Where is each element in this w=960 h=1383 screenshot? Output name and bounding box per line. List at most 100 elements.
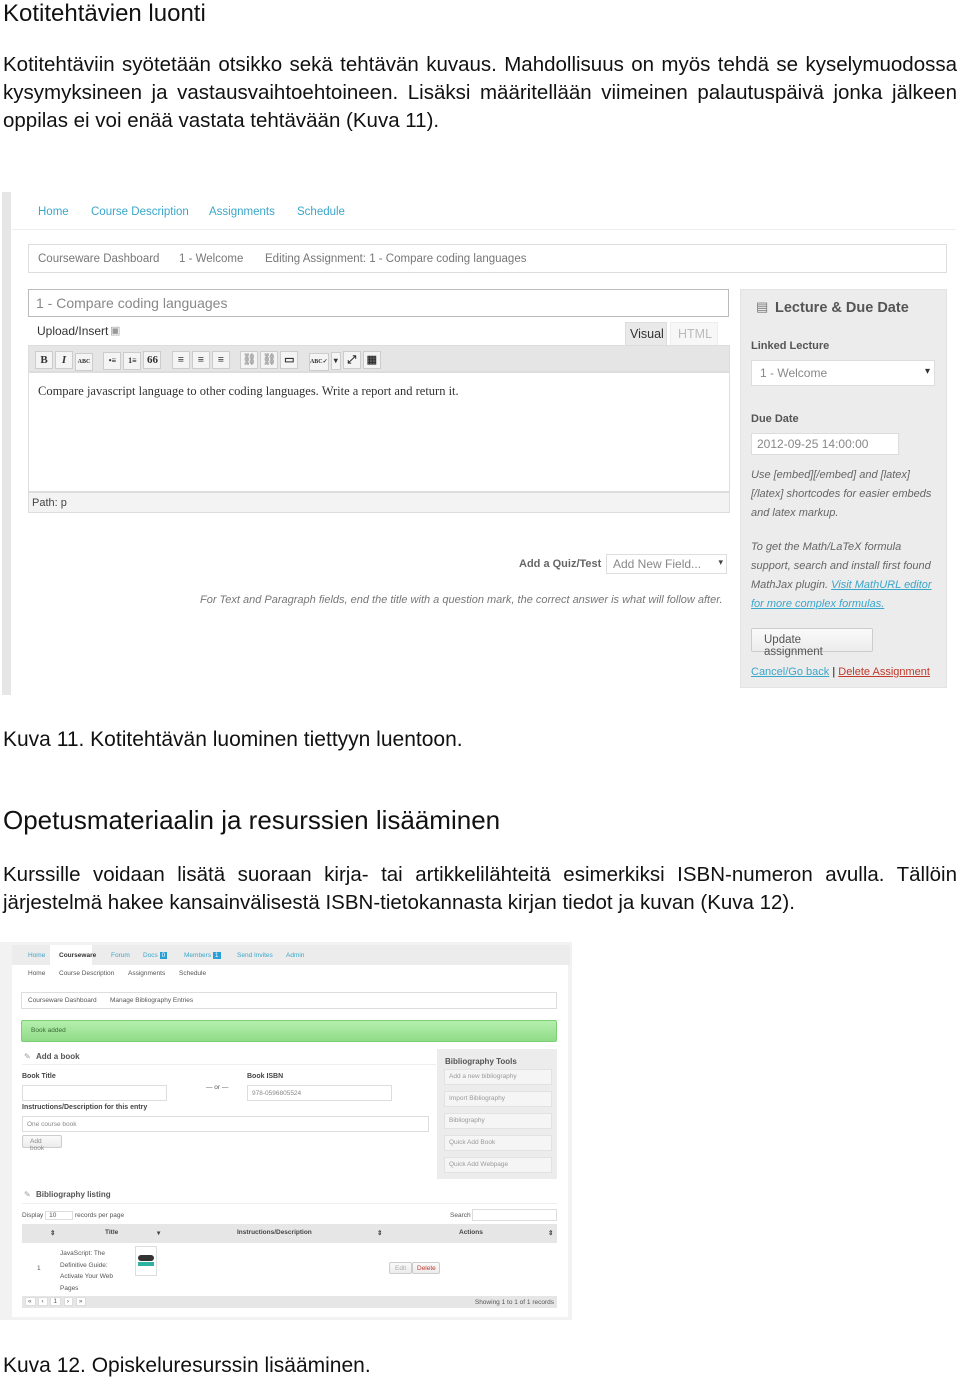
strikethrough-button[interactable]: ABC [75, 353, 93, 371]
paperclip-icon: ✎ [24, 1052, 31, 1061]
align-right-button[interactable]: ≡ [211, 351, 230, 369]
add-book-button[interactable]: Add book [22, 1135, 62, 1152]
spellcheck-dropdown[interactable]: ▾ [330, 352, 341, 370]
tab-html[interactable]: HTML [670, 322, 718, 346]
breadcrumb2-dashboard[interactable]: Courseware Dashboard [28, 997, 97, 1004]
unlink-button[interactable]: ⛓ [260, 351, 279, 369]
panel-title: Lecture & Due Date [775, 300, 909, 316]
quiz-label: Add a Quiz/Test [519, 558, 602, 570]
column-actions[interactable]: Actions [459, 1229, 483, 1236]
spellcheck-button[interactable]: ABC✓ [308, 353, 329, 371]
delete-assignment-link[interactable]: Delete Assignment [838, 666, 930, 678]
column-title[interactable]: Title [105, 1229, 118, 1236]
edit-button[interactable]: Edit [389, 1262, 412, 1274]
sort-down-icon[interactable]: ▾ [157, 1229, 160, 1237]
calendar-icon: ▤ [756, 299, 769, 314]
align-left-button[interactable]: ≡ [171, 351, 190, 369]
breadcrumb-dashboard[interactable]: Courseware Dashboard [38, 253, 159, 265]
isbn-label: Book ISBN [247, 1073, 284, 1080]
sort-icon[interactable]: ⇕ [50, 1229, 55, 1237]
editor-content[interactable]: Compare javascript language to other cod… [28, 372, 730, 492]
more-button[interactable]: ▭ [280, 351, 299, 369]
nav-home[interactable]: Home [38, 206, 69, 218]
tab-visual[interactable]: Visual [625, 322, 667, 346]
nav-schedule[interactable]: Schedule [297, 206, 345, 218]
numbered-list-button[interactable]: 1≡ [123, 352, 142, 370]
topnav-docs: Docs 0 [143, 952, 168, 959]
topnav-forum[interactable]: Forum [111, 952, 130, 959]
next-page-button[interactable]: › [63, 1297, 74, 1306]
align-center-button[interactable]: ≡ [191, 351, 210, 369]
title-input[interactable]: 1 - Compare coding languages [28, 289, 729, 317]
due-date-input[interactable]: 2012-09-25 14:00:00 [751, 433, 899, 455]
nav-assignments[interactable]: Assignments [209, 206, 275, 218]
isbn-input[interactable]: 978-0596805524 [247, 1085, 392, 1101]
topnav-home[interactable]: Home [28, 952, 45, 959]
page-title: Kotitehtävien luonti [3, 0, 206, 27]
chevron-down-icon: ▾ [924, 366, 930, 377]
subnav-schedule[interactable]: Schedule [179, 970, 206, 977]
records-label: records per page [74, 1212, 125, 1219]
link-button[interactable]: ⛓ [240, 351, 259, 369]
bullet-list-button[interactable]: •≡ [103, 352, 122, 370]
quiz-note: For Text and Paragraph fields, end the t… [200, 594, 723, 606]
subnav-assignments[interactable]: Assignments [128, 970, 165, 977]
fullscreen-button[interactable]: ⤢ [342, 351, 361, 369]
description-label: Instructions/Description for this entry [22, 1104, 148, 1111]
tool-import-bibliography[interactable]: Import Bibliography [444, 1091, 552, 1107]
row-number[interactable]: 1 [37, 1265, 41, 1272]
nav-course-description[interactable]: Course Description [91, 206, 189, 218]
update-assignment-button[interactable]: Update assignment [751, 628, 873, 658]
page-1-button[interactable]: 1 [50, 1297, 62, 1306]
cancel-link[interactable]: Cancel/Go back [751, 666, 829, 678]
last-page-button[interactable]: » [75, 1297, 87, 1306]
subnav-home[interactable]: Home [28, 970, 45, 977]
linked-lecture-value: 1 - Welcome [760, 366, 828, 380]
topnav-admin[interactable]: Admin [286, 952, 304, 959]
success-alert: Book added [21, 1020, 557, 1042]
prev-page-button[interactable]: ‹ [38, 1297, 48, 1306]
italic-button[interactable]: I [55, 351, 73, 369]
sort-icon[interactable]: ⇕ [548, 1229, 553, 1237]
pagination-bar: « ‹ 1 › » Showing 1 to 1 of 1 records [22, 1296, 557, 1308]
paperclip-icon: ✎ [24, 1190, 31, 1199]
tool-quick-add-webpage[interactable]: Quick Add Webpage [444, 1157, 552, 1173]
topnav-courseware[interactable]: Courseware [50, 945, 96, 965]
search-label: Search [450, 1212, 471, 1219]
topnav-send-invites[interactable]: Send Invites [237, 952, 273, 959]
link-separator: | [832, 666, 836, 678]
description-input[interactable]: One course book [22, 1116, 429, 1132]
media-icon: ▣ [110, 325, 121, 337]
delete-button[interactable]: Delete [412, 1262, 440, 1274]
tool-add-bibliography[interactable]: Add a new bibliography [444, 1069, 552, 1085]
editor-path: Path: p [28, 492, 730, 513]
table-row: 1 JavaScript: The Definitive Guide: Acti… [22, 1243, 557, 1295]
display-label: Display [22, 1212, 44, 1219]
upload-insert-link[interactable]: Upload/Insert [37, 324, 108, 338]
kitchen-sink-button[interactable]: ▦ [362, 351, 381, 369]
shortcode-help: Use [embed][/embed] and [latex][/latex] … [751, 469, 932, 519]
book-title-label: Book Title [22, 1073, 56, 1080]
section-title: Opetusmateriaalin ja resurssien lisäämin… [3, 805, 501, 835]
topnav-members: Members 1 [184, 952, 221, 959]
breadcrumb-lecture[interactable]: 1 - Welcome [179, 253, 243, 265]
tool-quick-add-book[interactable]: Quick Add Book [444, 1135, 552, 1151]
assignment-editor-screenshot: Home Course Description Assignments Sche… [0, 192, 960, 695]
sort-icon[interactable]: ⇕ [377, 1229, 382, 1237]
bold-button[interactable]: B [35, 351, 53, 369]
table-header: ⇕ Title ▾ Instructions/Description ⇕ Act… [22, 1224, 557, 1243]
per-page-select[interactable]: 10 [45, 1211, 74, 1220]
add-field-select[interactable]: Add New Field... ▾ [606, 554, 727, 574]
search-input[interactable] [472, 1209, 557, 1221]
subnav-course-description[interactable]: Course Description [59, 970, 114, 977]
column-description[interactable]: Instructions/Description [237, 1229, 312, 1236]
blockquote-button[interactable]: 66 [143, 351, 162, 369]
first-page-button[interactable]: « [25, 1297, 36, 1306]
docs-badge: 0 [159, 952, 168, 959]
breadcrumb2-current: Manage Bibliography Entries [110, 997, 194, 1004]
book-title-input[interactable] [22, 1085, 167, 1101]
due-date-label: Due Date [751, 413, 799, 425]
linked-lecture-select[interactable]: 1 - Welcome ▾ [751, 360, 935, 386]
breadcrumb2: Courseware Dashboard Manage Bibliography… [21, 992, 557, 1009]
tool-bibliography[interactable]: Bibliography [444, 1113, 552, 1129]
